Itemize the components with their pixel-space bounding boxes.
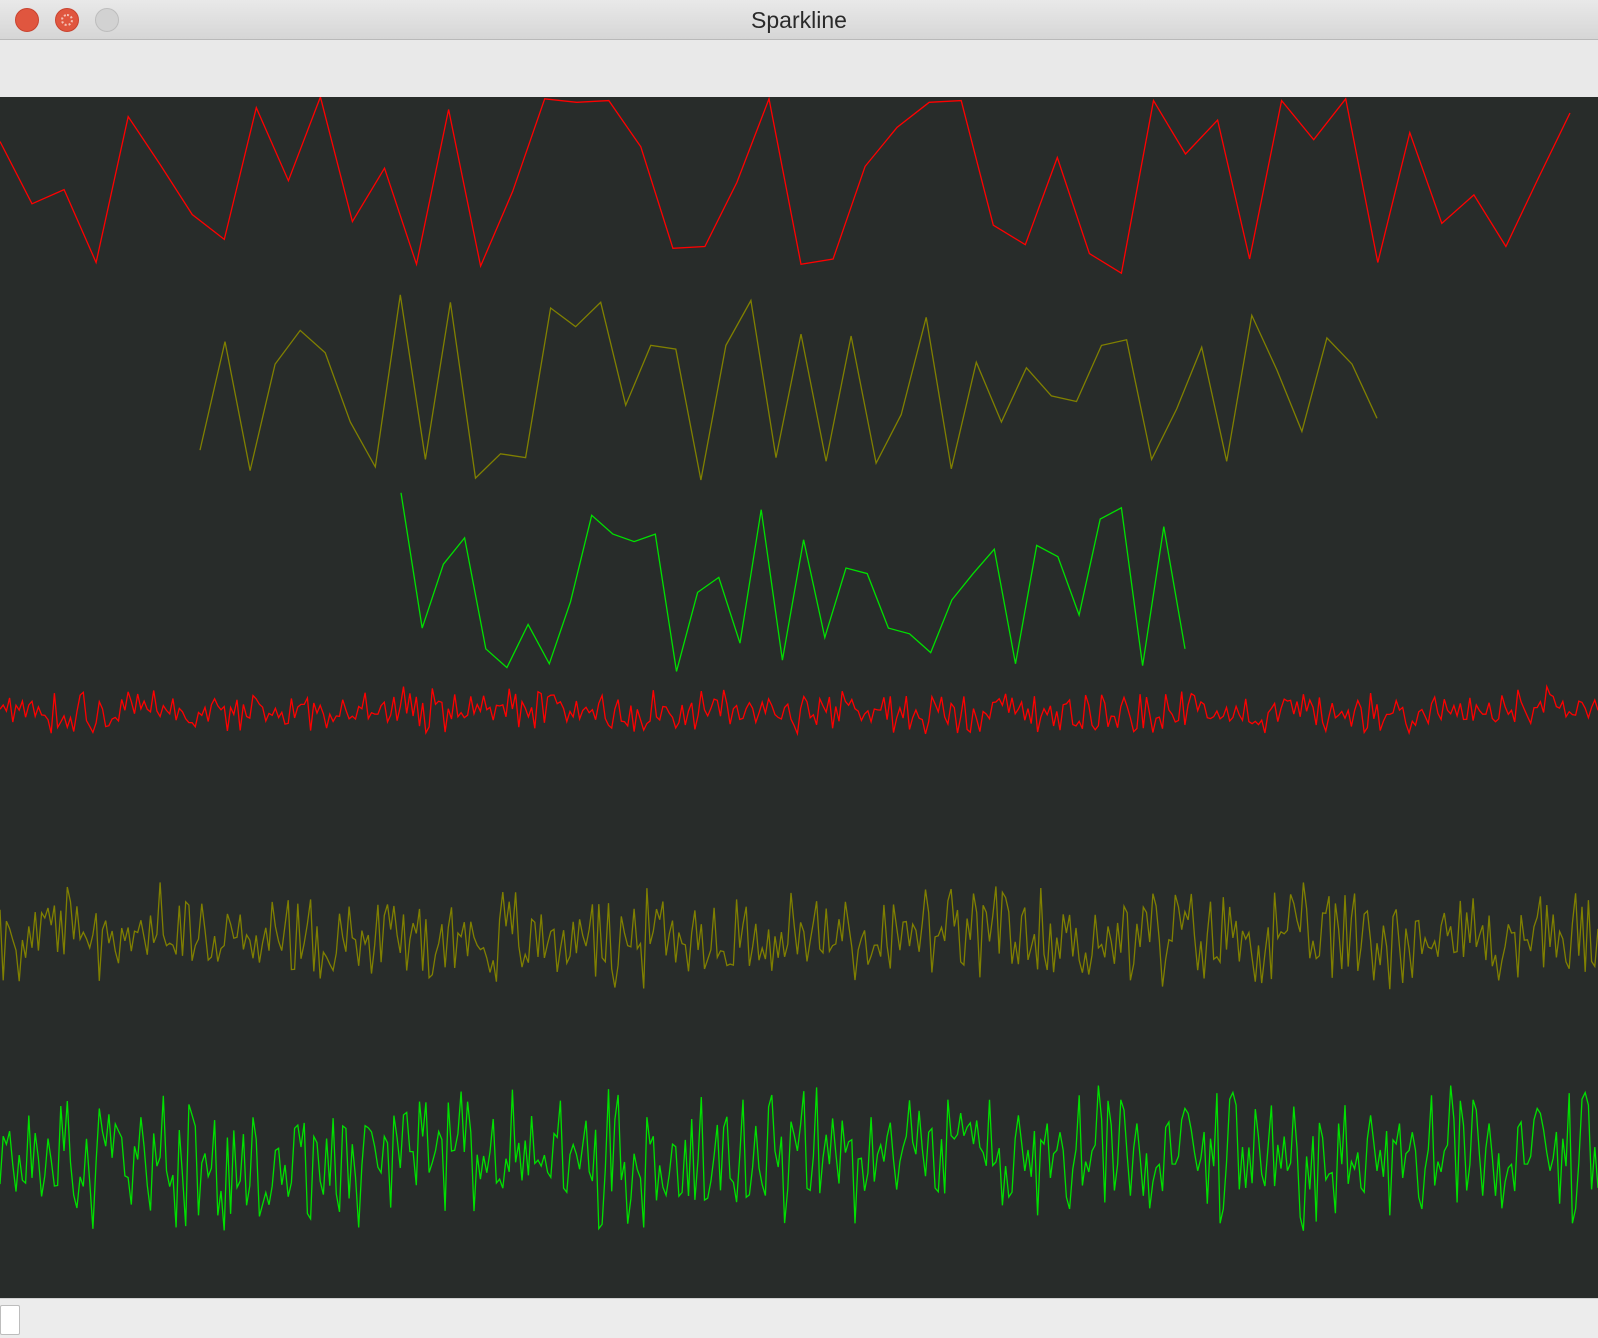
- sparkline-canvas: [0, 97, 1598, 1298]
- sparkline-series-3: [400, 492, 1186, 672]
- title-bar[interactable]: Sparkline: [0, 0, 1598, 40]
- toolbar: [0, 40, 1598, 97]
- scroll-handle[interactable]: [0, 1305, 20, 1335]
- sparkline-series-1: [0, 97, 1571, 275]
- sparkline-series-5: [0, 882, 1598, 990]
- status-bar: [0, 1298, 1598, 1338]
- sparkline-series-6: [0, 1085, 1598, 1231]
- window-title: Sparkline: [751, 7, 847, 33]
- sparkline-series-4: [0, 684, 1598, 737]
- app-window: Sparkline: [0, 0, 1598, 1338]
- sparkline-chart: [0, 97, 1598, 1231]
- sparkline-series-2: [199, 294, 1378, 481]
